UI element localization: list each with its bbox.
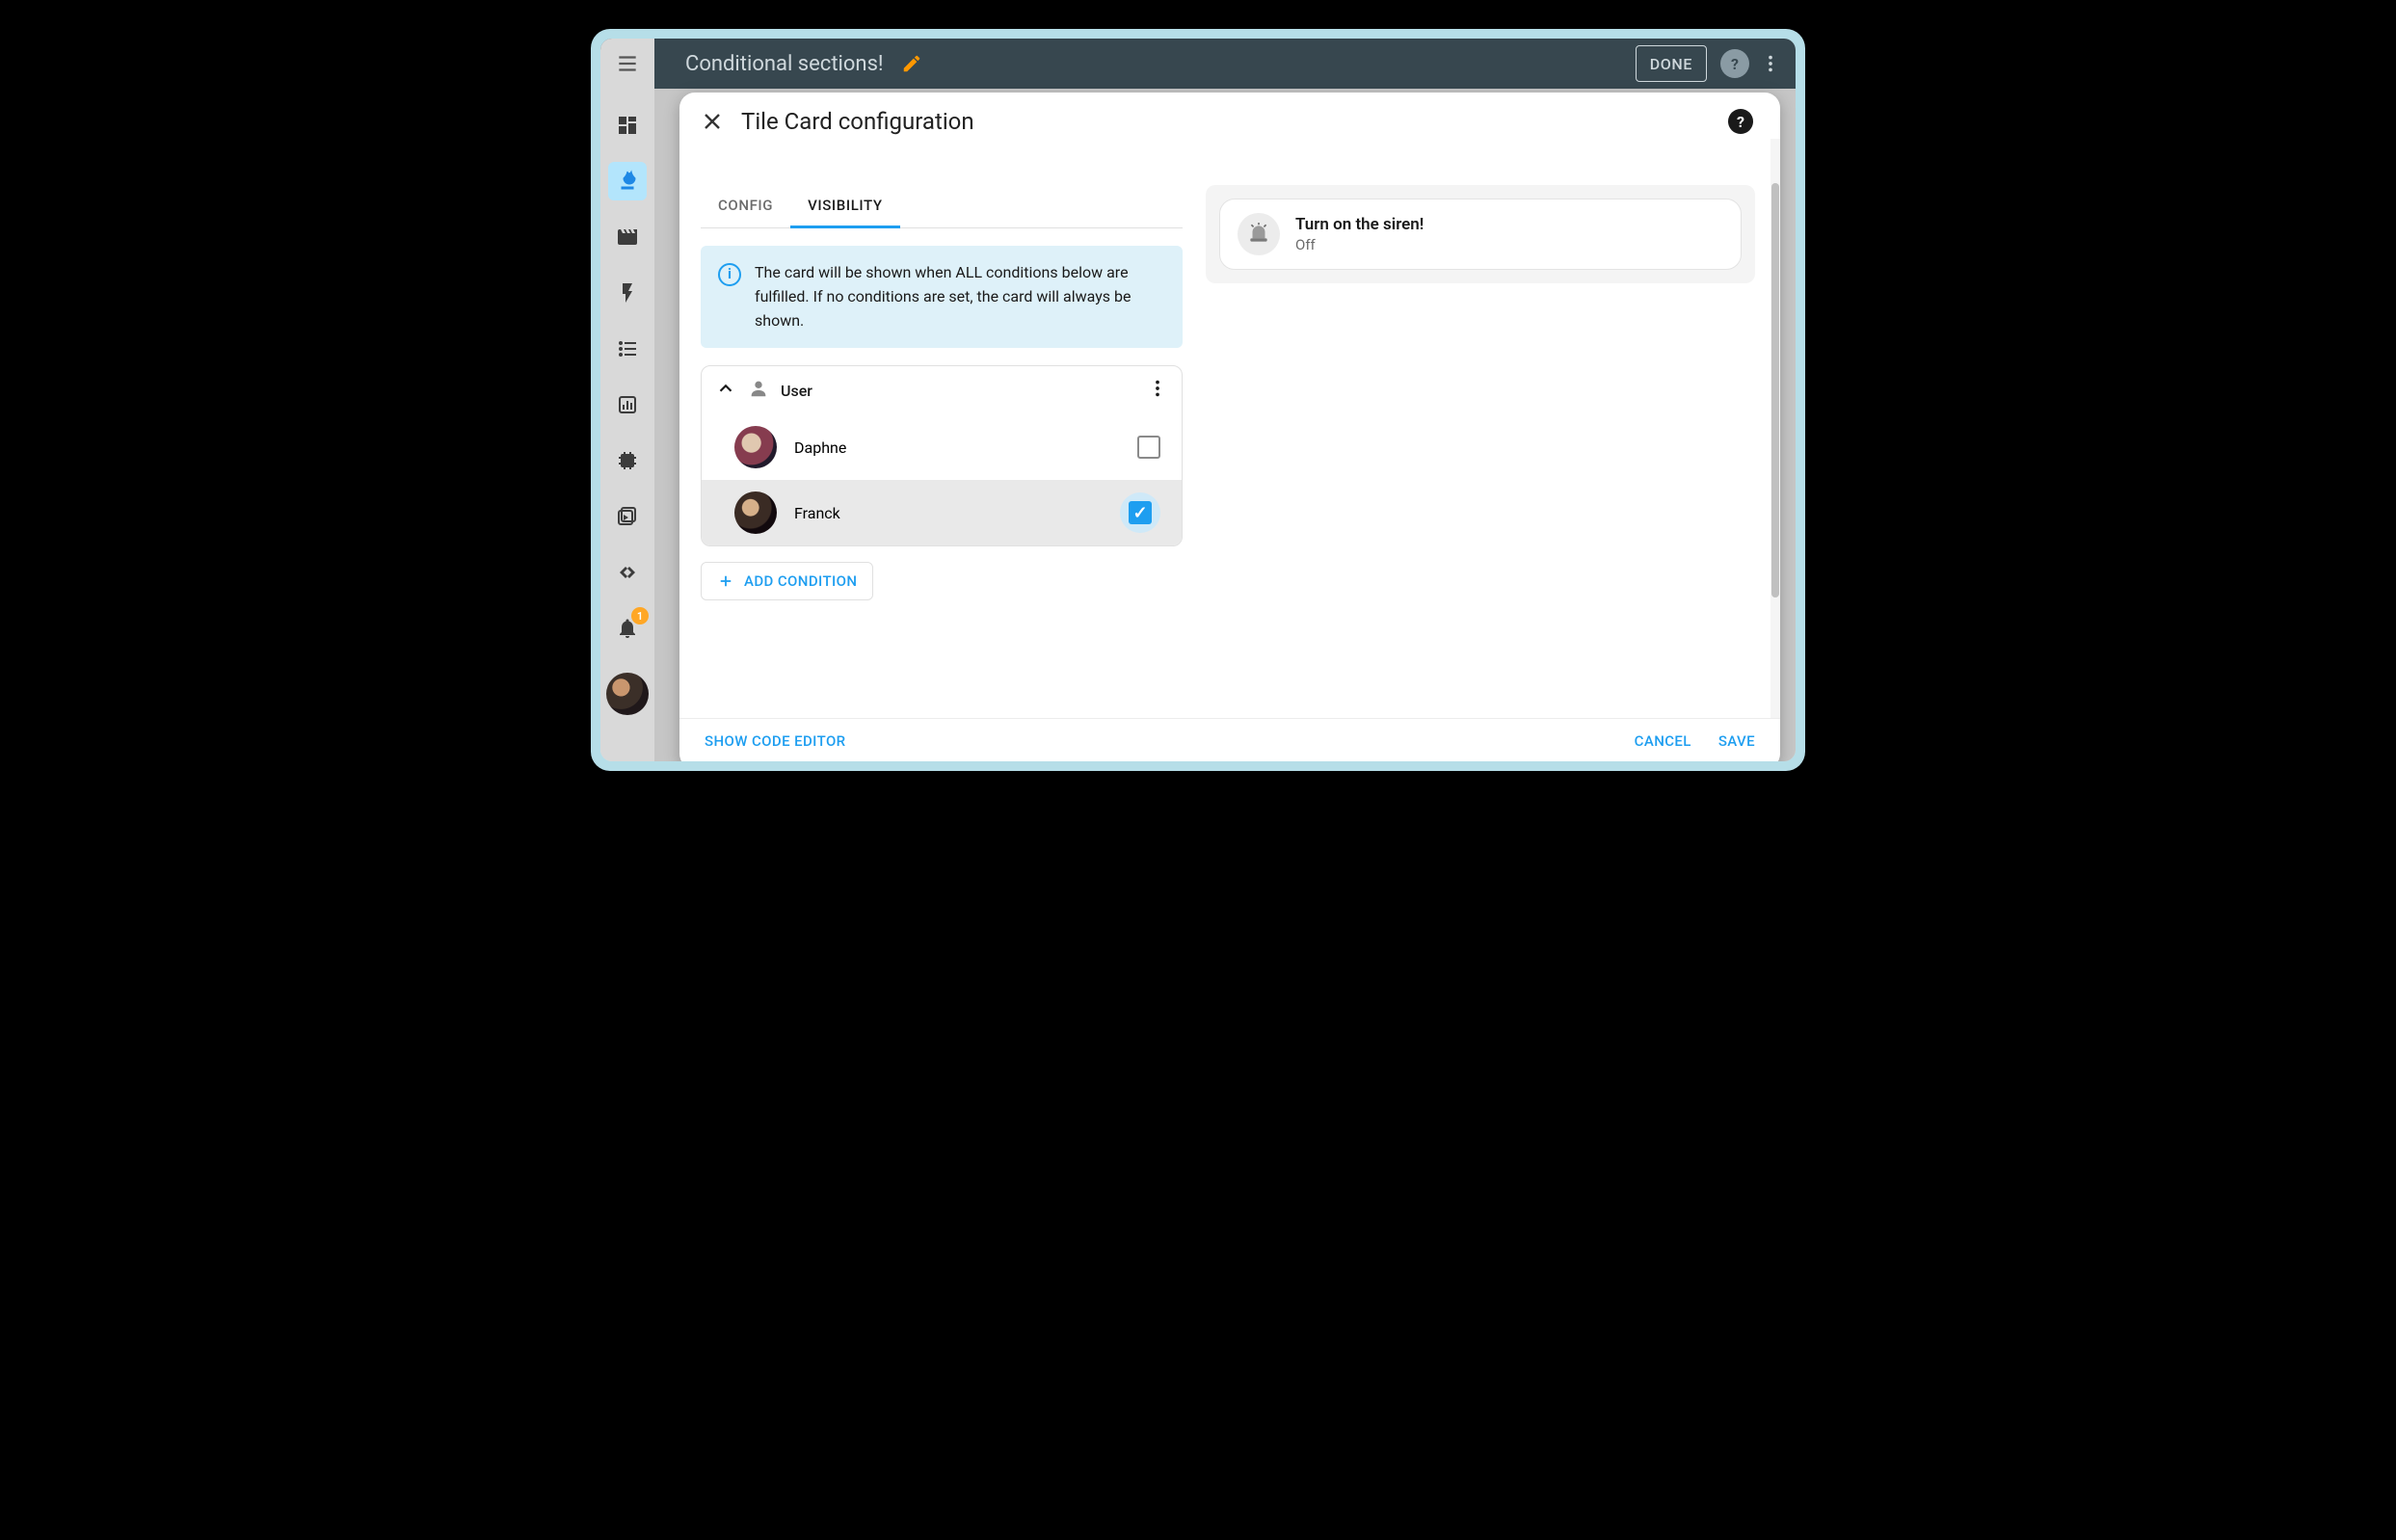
sidebar-item-chart[interactable] [608,385,647,424]
sidebar-item-dashboard[interactable] [608,106,647,145]
sidebar-item-media[interactable] [608,218,647,256]
done-button[interactable]: DONE [1636,45,1707,82]
body-area: 1 Tile Card configuration ? [600,89,1796,761]
modal-help-icon[interactable]: ? [1728,109,1753,134]
page-title: Conditional sections! [685,52,884,76]
sidebar-item-bolt[interactable] [608,274,647,312]
condition-label: User [781,382,812,400]
avatar [734,491,777,534]
sidebar-avatar[interactable] [606,673,649,715]
sidebar-item-code[interactable] [608,553,647,592]
help-icon[interactable]: ? [1720,49,1749,78]
user-row-daphne[interactable]: Daphne [702,414,1182,480]
tab-visibility[interactable]: VISIBILITY [790,185,900,228]
person-icon [748,378,769,403]
sidebar-item-chip[interactable] [608,441,647,480]
device-frame: Conditional sections! DONE ? [591,29,1805,771]
add-condition-label: ADD CONDITION [744,572,857,590]
user-name: Daphne [794,438,846,457]
sidebar-item-energy[interactable] [608,162,647,200]
modal-header: Tile Card configuration ? [679,93,1780,139]
app-window: Conditional sections! DONE ? [600,39,1796,761]
config-left-column: CONFIG VISIBILITY i The card will be sho… [701,185,1183,718]
top-bar: Conditional sections! DONE ? [600,39,1796,89]
menu-button[interactable] [600,39,654,89]
info-banner: i The card will be shown when ALL condit… [701,246,1183,348]
checkbox-checked[interactable] [1129,501,1152,524]
modal-body: CONFIG VISIBILITY i The card will be sho… [679,139,1770,718]
sidebar-item-notifications[interactable]: 1 [608,609,647,648]
notification-badge: 1 [631,607,649,624]
add-condition-button[interactable]: ADD CONDITION [701,562,873,600]
cancel-button[interactable]: CANCEL [1635,732,1691,750]
tile-card-config-modal: Tile Card configuration ? CONFIG VISIBIL… [679,93,1780,761]
tile-subtitle: Off [1295,236,1424,253]
user-row-franck[interactable]: Franck [702,480,1182,545]
tabs: CONFIG VISIBILITY [701,185,1183,228]
modal-title: Tile Card configuration [741,108,974,135]
modal-scrollbar-thumb[interactable] [1771,183,1779,597]
pencil-icon[interactable] [901,53,922,74]
condition-card: User Daphne [701,365,1183,546]
siren-icon [1238,213,1280,255]
info-icon: i [718,263,741,286]
sidebar-item-video[interactable] [608,497,647,536]
condition-kebab-icon[interactable] [1147,378,1168,403]
save-button[interactable]: SAVE [1718,732,1755,750]
close-icon[interactable] [701,110,724,133]
sidebar: 1 [600,89,654,761]
user-name: Franck [794,504,840,522]
modal-footer: SHOW CODE EDITOR CANCEL SAVE [679,718,1780,761]
info-text: The card will be shown when ALL conditio… [755,261,1165,332]
avatar [734,426,777,468]
condition-header[interactable]: User [702,366,1182,414]
tile-title: Turn on the siren! [1295,215,1424,234]
preview-column: Turn on the siren! Off [1206,185,1755,718]
chevron-up-icon [715,378,736,403]
tab-config[interactable]: CONFIG [701,185,790,227]
tile-card-preview[interactable]: Turn on the siren! Off [1219,199,1742,270]
show-code-editor-button[interactable]: SHOW CODE EDITOR [705,732,846,750]
overflow-menu-icon[interactable] [1757,50,1784,77]
checkbox-halo [1120,492,1160,533]
modal-scrollbar[interactable] [1770,139,1780,718]
preview-panel: Turn on the siren! Off [1206,185,1755,283]
checkbox-unchecked[interactable] [1137,436,1160,459]
sidebar-item-list[interactable] [608,330,647,368]
